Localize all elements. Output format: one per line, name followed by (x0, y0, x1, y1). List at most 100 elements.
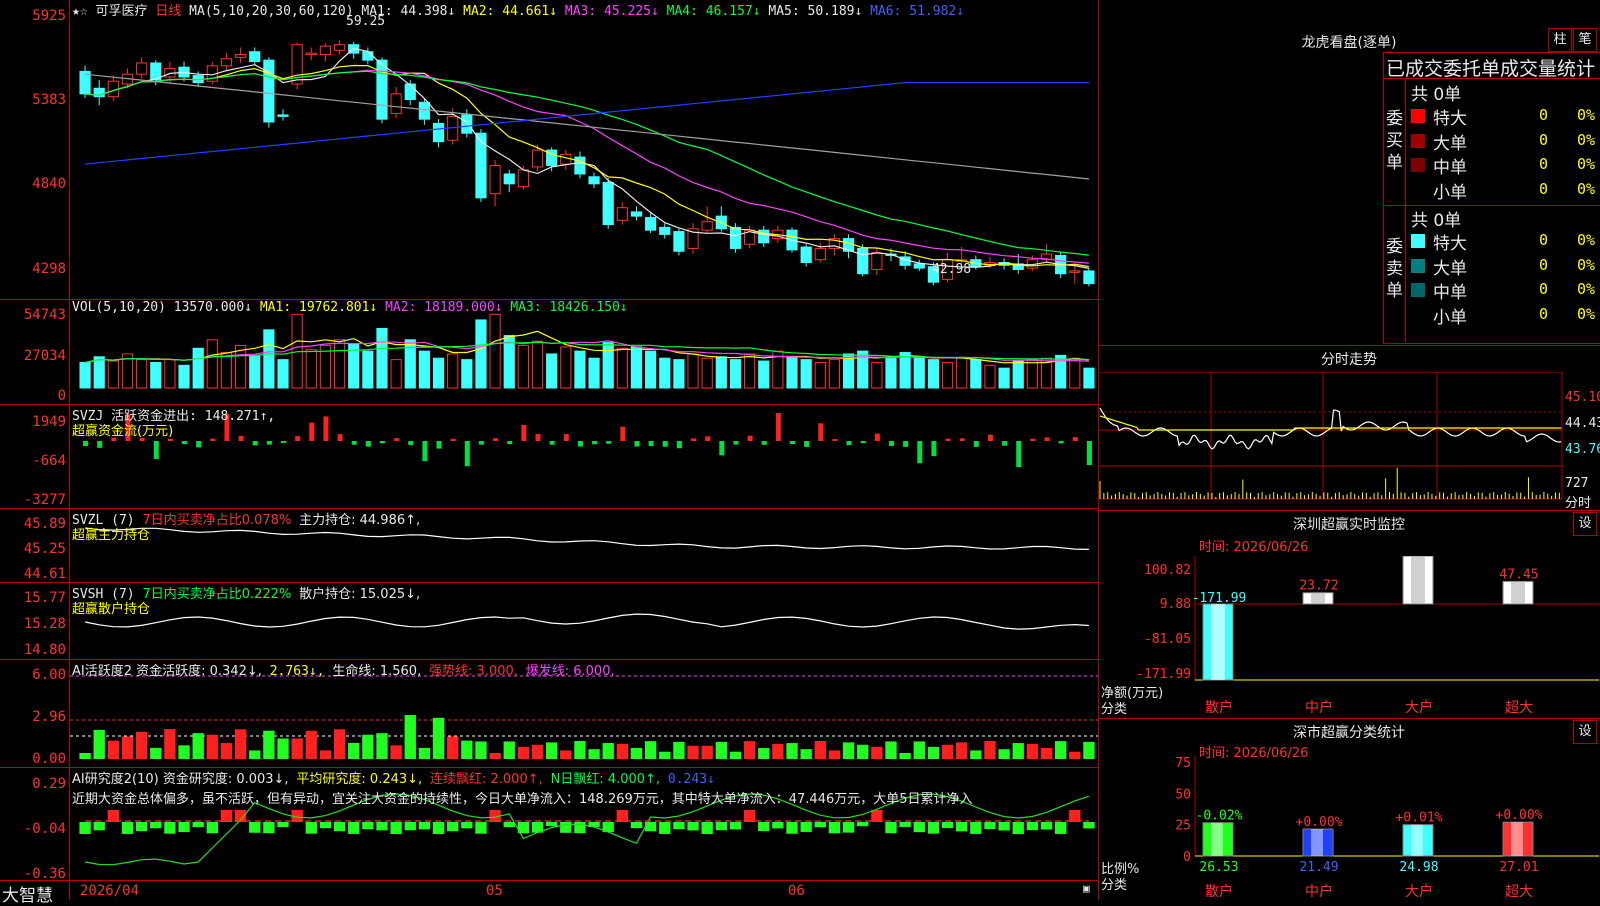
activity-bar (588, 749, 600, 759)
activity-bar (333, 729, 346, 759)
activity-bar (263, 730, 275, 759)
candlestick-chart[interactable] (70, 0, 1098, 880)
candle (814, 247, 826, 261)
research-bar (362, 822, 374, 830)
candle (913, 263, 925, 269)
fund-flow-bar (563, 434, 569, 441)
class-axis-label: 50 (1175, 787, 1191, 802)
sell-color-swatch (1411, 258, 1425, 273)
buy-row-label: 大单 (1433, 133, 1467, 154)
research-bar (220, 810, 233, 822)
activity-bar (206, 734, 218, 759)
avg-price-line (1099, 415, 1562, 431)
candle (319, 45, 332, 56)
activity-bar (319, 750, 332, 759)
activity-bar (277, 738, 289, 759)
research-bar (418, 822, 431, 830)
activity-bar (517, 746, 530, 759)
intraday-chart[interactable] (1099, 372, 1600, 510)
sell-row-count: 0 (1539, 304, 1549, 323)
volume-bar (531, 340, 544, 389)
fund-flow-bar (973, 441, 979, 447)
activity-bar (1026, 743, 1039, 759)
research-bar (814, 822, 826, 828)
class-axis-label: 75 (1175, 756, 1191, 771)
lock-icon[interactable]: ▣ (1083, 882, 1090, 895)
activity-bar (432, 717, 445, 759)
activity-bar (362, 734, 374, 759)
research-bar (1040, 822, 1053, 830)
research-bar (871, 810, 883, 822)
activity-bar (857, 744, 869, 759)
research-bar (121, 822, 134, 834)
buy-row-pct: 0% (1577, 155, 1596, 173)
research-bar (772, 822, 784, 829)
volume-bar (630, 346, 643, 389)
class-bar-shade (1511, 822, 1523, 856)
activity-bar (249, 750, 261, 759)
ma-line (85, 64, 1090, 268)
activity-bar (998, 749, 1010, 759)
tick-mode-button[interactable]: 笔 (1573, 28, 1597, 52)
volume-bar (828, 359, 841, 389)
vol-axis-label: 27034 (23, 348, 66, 364)
activity-bar (164, 729, 176, 759)
candle (432, 122, 445, 143)
volume-bar (362, 350, 374, 389)
research-bar (659, 822, 671, 834)
fenshi-axis-label: 44.43 (1565, 416, 1600, 431)
activity-bar (1012, 743, 1024, 759)
fund-flow-bar (733, 441, 739, 445)
research-bar (432, 822, 445, 834)
sell-row-pct: 0% (1577, 280, 1596, 298)
fund-flow-bar (1016, 441, 1022, 468)
buy-color-swatch (1411, 182, 1425, 197)
activity-bar (447, 736, 459, 759)
activity-bar (418, 747, 431, 759)
fund-flow-bar (592, 441, 598, 445)
volume-bar (701, 357, 713, 389)
svzj-axis-label: -664 (32, 453, 66, 469)
fund-flow-bar (252, 441, 258, 446)
candle (277, 114, 289, 117)
research-bar (277, 822, 289, 828)
fund-flow-bar (662, 441, 668, 447)
sz-monitor-chart: 100.82 9.88 -81.05 -171.99 -171.99 散户 23.72 中户 1… (1136, 556, 1599, 716)
volume-bar (616, 347, 628, 389)
lhb-tabs[interactable]: 已成交委托单成交量统计 (1386, 54, 1595, 81)
activity-bar (899, 752, 911, 759)
activity-bar (871, 746, 883, 759)
sell-row-pct: 0% (1577, 255, 1596, 274)
fund-flow-bar (1030, 438, 1036, 441)
sell-color-swatch (1411, 307, 1425, 322)
monitor-bar-value: 47.45 (1499, 567, 1538, 582)
research-bar (885, 822, 897, 834)
sz-class-settings-button[interactable]: 设 (1573, 720, 1597, 744)
candle (249, 51, 261, 63)
activity-bar (404, 715, 416, 759)
fund-flow-bar (408, 441, 414, 446)
fund-flow-bar (860, 441, 866, 444)
ai1-axis-label: 2.96 (32, 709, 66, 725)
sell-row-count: 0 (1539, 231, 1549, 249)
activity-bar (234, 729, 247, 759)
price-axis-label: 4840 (32, 176, 66, 192)
research-bar (857, 822, 869, 827)
class-bar-shade (1211, 822, 1223, 856)
volume-bar (107, 360, 119, 389)
monitor-bar-shade (1211, 604, 1225, 680)
class-category: 大户 (1405, 883, 1433, 900)
research-bar (1026, 822, 1039, 831)
monitor-bar-shade (1411, 556, 1425, 604)
bar-mode-button[interactable]: 柱 (1548, 28, 1572, 52)
candle (136, 62, 148, 75)
candle (503, 173, 515, 185)
monitor-bar-shade (1311, 592, 1325, 604)
research-bar (984, 822, 996, 830)
candle (220, 58, 233, 67)
research-bar (150, 822, 162, 829)
research-bar (941, 822, 954, 829)
sz-monitor-settings-button[interactable]: 设 (1573, 512, 1597, 536)
ai2-axis-label: -0.36 (23, 866, 66, 882)
kline-chart-area[interactable]: ★☆ 可孚医疗 日线 MA(5,10,20,30,60,120) MA1: 44… (0, 0, 1099, 906)
